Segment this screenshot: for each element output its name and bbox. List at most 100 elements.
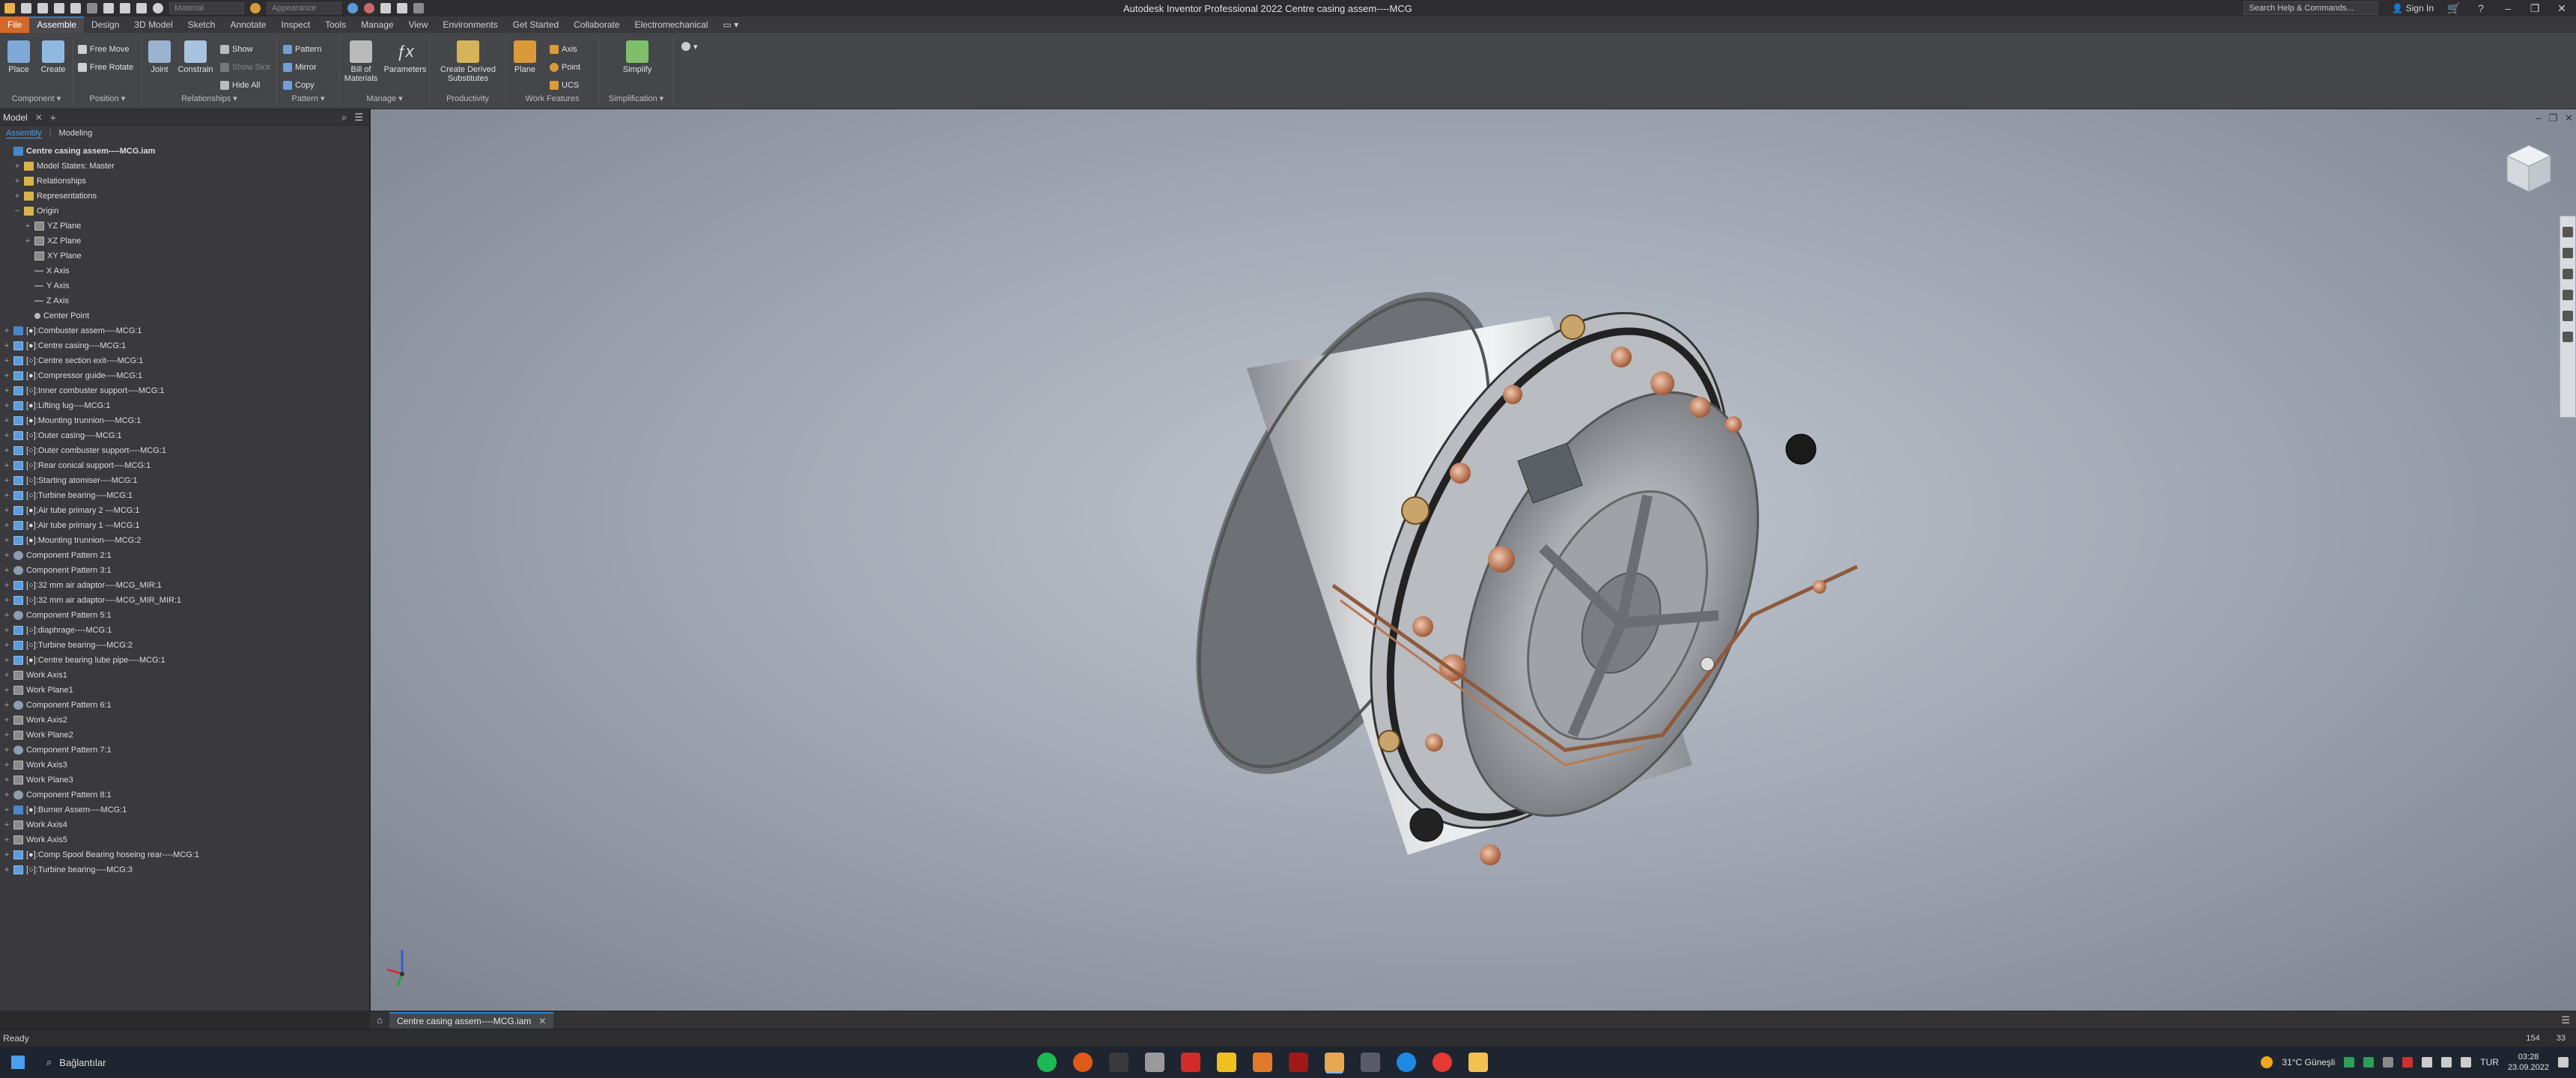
simplify-button[interactable]: Simplify	[619, 40, 656, 74]
expand-toggle-icon[interactable]: +	[3, 371, 10, 380]
tree-node[interactable]: + Work Axis3	[3, 758, 369, 773]
edge-icon[interactable]	[1397, 1053, 1416, 1072]
open-folder-icon[interactable]	[37, 3, 48, 13]
app-orange-icon[interactable]	[1073, 1053, 1093, 1072]
clock[interactable]: 03:28 23.09.2022	[2508, 1052, 2549, 1073]
tree-node[interactable]: + [○]:32 mm air adaptor----MCG_MIR_MIR:1	[3, 593, 369, 608]
tree-node[interactable]: Centre casing assem----MCG.iam	[3, 144, 369, 159]
tab-sketch[interactable]: Sketch	[180, 16, 223, 33]
show-button[interactable]: Show	[220, 43, 253, 55]
app-fusion-icon[interactable]	[1253, 1053, 1272, 1072]
ribbon-extra-icon[interactable]: ▾	[681, 40, 698, 52]
tree-node[interactable]: + Work Axis2	[3, 713, 369, 728]
app-gray-icon[interactable]	[1145, 1053, 1164, 1072]
volume-icon[interactable]	[2461, 1057, 2472, 1068]
battery-icon[interactable]	[2422, 1057, 2433, 1068]
expand-toggle-icon[interactable]: +	[3, 521, 10, 530]
undo-icon[interactable]	[70, 3, 81, 13]
zoom-all-icon[interactable]	[2563, 332, 2573, 342]
expand-toggle-icon[interactable]: +	[3, 761, 10, 770]
acrobat-icon[interactable]	[1181, 1053, 1200, 1072]
tree-node[interactable]: Z Axis	[3, 293, 369, 308]
expand-toggle-icon[interactable]: +	[3, 806, 10, 814]
subtab-modeling[interactable]: Modeling	[59, 129, 93, 138]
expand-toggle-icon[interactable]: +	[3, 746, 10, 755]
document-tab-centre-casing[interactable]: Centre casing assem----MCG.iam ✕	[389, 1011, 554, 1029]
graphics-viewport[interactable]: – ❐ ✕	[371, 109, 2576, 1011]
restore-view-icon[interactable]: ❐	[2548, 112, 2557, 124]
tray-app2-icon[interactable]	[2363, 1057, 2375, 1068]
tree-node[interactable]: + Work Plane2	[3, 728, 369, 743]
expand-toggle-icon[interactable]: +	[3, 716, 10, 725]
tree-node[interactable]: + Component Pattern 5:1	[3, 608, 369, 623]
expand-toggle-icon[interactable]: +	[3, 776, 10, 785]
simplification-group-label[interactable]: Simplification ▾	[599, 94, 673, 103]
tree-node[interactable]: + [○]:Outer combuster support----MCG:1	[3, 443, 369, 458]
axis-button[interactable]: Axis	[550, 43, 577, 55]
close-button[interactable]: ✕	[2555, 2, 2569, 15]
inventor-logo-icon[interactable]	[4, 3, 15, 13]
minimize-button[interactable]: –	[2501, 2, 2515, 14]
tab-environments[interactable]: Environments	[435, 16, 505, 33]
start-button[interactable]	[0, 1047, 36, 1078]
plane-button[interactable]: Plane	[509, 40, 541, 74]
tab-3d-model[interactable]: 3D Model	[127, 16, 180, 33]
clear-icon[interactable]	[364, 3, 374, 13]
expand-toggle-icon[interactable]: +	[3, 476, 10, 485]
document-menu-icon[interactable]: ☰	[2561, 1014, 2576, 1026]
tree-node[interactable]: + Work Plane3	[3, 773, 369, 788]
tree-node[interactable]: Y Axis	[3, 278, 369, 293]
expand-toggle-icon[interactable]: +	[13, 162, 21, 171]
weather-text[interactable]: 31°C Güneşli	[2282, 1057, 2335, 1068]
pan-icon[interactable]	[2563, 248, 2573, 258]
spotify-icon[interactable]	[1037, 1053, 1057, 1072]
wifi-icon[interactable]	[2441, 1057, 2452, 1068]
expand-toggle-icon[interactable]: +	[3, 491, 10, 500]
sign-in-link[interactable]: 👤 Sign In	[2392, 3, 2434, 13]
free-move-button[interactable]: Free Move	[78, 43, 130, 55]
expand-toggle-icon[interactable]: +	[3, 326, 10, 335]
tree-node[interactable]: − Origin	[3, 204, 369, 219]
redo-icon[interactable]	[87, 3, 97, 13]
tree-node[interactable]: + [○]:diaphrage----MCG:1	[3, 623, 369, 638]
copy-button[interactable]: Copy	[283, 79, 315, 91]
adjust-icon[interactable]	[347, 3, 358, 13]
tab-design[interactable]: Design	[84, 16, 127, 33]
tree-node[interactable]: + Component Pattern 2:1	[3, 548, 369, 563]
app-dark-icon[interactable]	[1109, 1053, 1128, 1072]
tree-node[interactable]: + Work Axis4	[3, 817, 369, 832]
expand-toggle-icon[interactable]: +	[3, 626, 10, 635]
bill-of-materials-button[interactable]: Bill of Materials	[341, 40, 380, 83]
expand-toggle-icon[interactable]: +	[13, 192, 21, 201]
minimize-view-icon[interactable]: –	[2536, 112, 2541, 124]
tray-chevron-icon[interactable]	[2383, 1057, 2394, 1068]
expand-toggle-icon[interactable]: +	[3, 596, 10, 605]
search-icon[interactable]: ⌕	[341, 112, 347, 124]
look-at-icon[interactable]	[2563, 311, 2573, 321]
expand-toggle-icon[interactable]: +	[3, 551, 10, 560]
tree-node[interactable]: + [●]:Combuster assem----MCG:1	[3, 323, 369, 338]
pattern-button[interactable]: Pattern	[283, 43, 321, 55]
subtab-assembly[interactable]: Assembly	[6, 129, 42, 138]
add-browser-icon[interactable]: +	[50, 112, 56, 124]
close-view-icon[interactable]: ✕	[2565, 112, 2573, 124]
ribbon-options-icon[interactable]: ▭ ▾	[716, 16, 747, 33]
close-tab-icon[interactable]: ✕	[35, 112, 43, 123]
appearance-dropdown[interactable]: Appearance	[267, 2, 341, 14]
tab-assemble[interactable]: Assemble	[29, 16, 85, 33]
tab-manage[interactable]: Manage	[353, 16, 401, 33]
orbit-icon[interactable]	[2563, 290, 2573, 300]
tree-node[interactable]: + XZ Plane	[3, 234, 369, 249]
tab-tools[interactable]: Tools	[318, 16, 353, 33]
show-sick-button[interactable]: Show Sick	[220, 61, 270, 73]
home-icon[interactable]: ⌂	[370, 1011, 389, 1029]
tree-node[interactable]: + Model States: Master	[3, 159, 369, 174]
expand-toggle-icon[interactable]: +	[3, 431, 10, 440]
tree-node[interactable]: + [●]:Mounting trunnion----MCG:2	[3, 533, 369, 548]
taskbar-search[interactable]: ⌕ Bağlantılar	[36, 1047, 261, 1078]
hide-all-button[interactable]: Hide All	[220, 79, 260, 91]
app-red-icon[interactable]	[1289, 1053, 1308, 1072]
chrome-icon[interactable]	[1433, 1053, 1452, 1072]
free-rotate-button[interactable]: Free Rotate	[78, 61, 133, 73]
tree-node[interactable]: + [○]:Centre section exit----MCG:1	[3, 353, 369, 368]
